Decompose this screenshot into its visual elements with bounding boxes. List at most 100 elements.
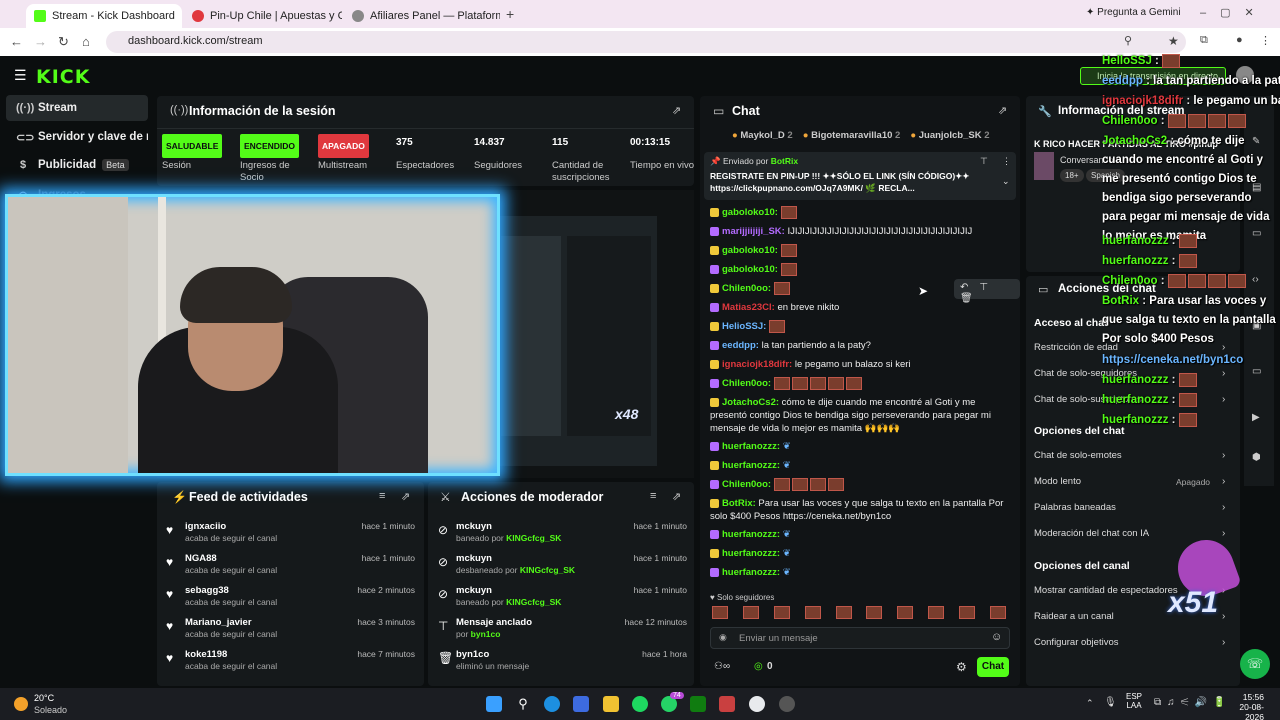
- emote-icon[interactable]: [897, 606, 914, 619]
- popout-icon[interactable]: ⇗: [672, 104, 681, 117]
- xbox-icon[interactable]: [690, 696, 706, 712]
- emote-icon[interactable]: [928, 606, 945, 619]
- chat-username[interactable]: huerfanozzz:: [722, 567, 780, 578]
- message-actions[interactable]: ↶⊤🗑: [954, 279, 1020, 304]
- system-tray-icons[interactable]: ⧉♫⚟🔊🔋: [1154, 697, 1232, 708]
- chevron-right-icon[interactable]: ›: [1222, 637, 1225, 648]
- home-icon[interactable]: ⌂: [82, 34, 90, 49]
- mod-actor[interactable]: KINGcfcg_SK: [506, 597, 561, 607]
- folder-icon[interactable]: [603, 696, 619, 712]
- settings-item[interactable]: Moderación del chat con IA: [1034, 528, 1149, 539]
- settings-item[interactable]: Chat de solo-emotes: [1034, 450, 1122, 461]
- emote-icon[interactable]: [773, 606, 790, 619]
- settings-item[interactable]: Mostrar cantidad de espectadores: [1034, 585, 1178, 596]
- gemini-button[interactable]: ✦ Pregunta a Gemini: [1086, 7, 1181, 18]
- tab-kick-dashboard[interactable]: Stream - Kick Dashboard ✕: [26, 4, 182, 28]
- feed-user[interactable]: NGA88: [185, 553, 217, 564]
- close-tab-icon[interactable]: ✕: [175, 10, 182, 23]
- clock[interactable]: 15:56 20-08-2026: [1224, 692, 1264, 720]
- menu-icon[interactable]: ⋮: [1260, 34, 1271, 47]
- chat-username[interactable]: gaboloko10:: [722, 245, 778, 256]
- feed-user[interactable]: koke1198: [185, 649, 227, 660]
- popout-icon[interactable]: ⇗: [672, 490, 681, 503]
- mod-actor[interactable]: byn1co: [471, 629, 501, 639]
- settings-item[interactable]: Raidear a un canal: [1034, 611, 1114, 622]
- chevron-right-icon[interactable]: ›: [1222, 450, 1225, 461]
- chat-username[interactable]: Matias23Cl:: [722, 302, 775, 313]
- zoom-icon[interactable]: ⚲: [1124, 34, 1132, 47]
- emote-icon[interactable]: [835, 606, 852, 619]
- kick-logo[interactable]: KICK: [36, 66, 90, 88]
- reload-icon[interactable]: ↻: [58, 34, 69, 50]
- chat-username[interactable]: gaboloko10:: [722, 264, 778, 275]
- profile-icon[interactable]: ●: [1236, 34, 1243, 46]
- extensions-icon[interactable]: ⧉: [1200, 34, 1208, 47]
- chat-username[interactable]: HelioSSJ:: [722, 321, 766, 332]
- mod-actor[interactable]: KINGcfcg_SK: [520, 565, 575, 575]
- store-icon[interactable]: [573, 696, 589, 712]
- feed-user[interactable]: sebagg38: [185, 585, 229, 596]
- settings-item[interactable]: Palabras baneadas: [1034, 502, 1116, 513]
- mod-target[interactable]: byn1co: [456, 649, 489, 660]
- obs-icon[interactable]: [779, 696, 795, 712]
- window-controls[interactable]: –▢✕: [1200, 6, 1268, 19]
- url-field[interactable]: dashboard.kick.com/stream: [106, 31, 1186, 53]
- emote-icon[interactable]: [959, 606, 975, 619]
- send-chat-button[interactable]: Chat: [977, 657, 1009, 677]
- support-icon[interactable]: ☏: [1240, 649, 1270, 679]
- star-icon[interactable]: ★: [1168, 34, 1179, 48]
- chat-username[interactable]: gaboloko10:: [722, 207, 778, 218]
- chat-username[interactable]: huerfanozzz:: [722, 529, 780, 540]
- sidebar-item-publicidad[interactable]: $ Publicidad Beta: [6, 152, 148, 178]
- gear-icon[interactable]: ⚙: [956, 660, 967, 674]
- feed-user[interactable]: ignxaciio: [185, 521, 226, 532]
- mod-target[interactable]: mckuyn: [456, 521, 492, 532]
- chat-username[interactable]: JotachoCs2:: [722, 397, 779, 408]
- filter-icon[interactable]: ≡: [379, 490, 385, 502]
- emote-icon[interactable]: [866, 606, 883, 619]
- sidebar-item-stream[interactable]: ((·)) Stream: [6, 95, 148, 121]
- emote-icon[interactable]: [712, 606, 728, 619]
- hamburger-icon[interactable]: ☰: [14, 67, 27, 84]
- chat-username[interactable]: eeddpp:: [722, 340, 759, 351]
- mod-target[interactable]: mckuyn: [456, 553, 492, 564]
- emote-icon[interactable]: [989, 606, 1006, 619]
- back-icon[interactable]: ←: [10, 34, 23, 49]
- tab-afiliares[interactable]: Afiliares Panel — Plataforma de ✕: [344, 4, 500, 28]
- top-gifter[interactable]: ● Maykol_D 2: [732, 130, 793, 141]
- chat-username[interactable]: huerfanozzz:: [722, 441, 780, 452]
- tab-pinup[interactable]: Pin-Up Chile | Apuestas y Casin ✕: [184, 4, 342, 28]
- pin-icon[interactable]: ⊤: [980, 156, 988, 167]
- settings-item[interactable]: Configurar objetivos: [1034, 637, 1119, 648]
- app-icon[interactable]: [719, 696, 735, 712]
- emote-icon[interactable]: [742, 606, 759, 619]
- language-indicator[interactable]: ESP LAA: [1126, 692, 1142, 710]
- chat-username[interactable]: Chilen0oo:: [722, 479, 771, 490]
- settings-item[interactable]: Modo lento: [1034, 476, 1081, 487]
- mod-target[interactable]: mckuyn: [456, 585, 492, 596]
- chat-username[interactable]: marijjiijiji_SK:: [722, 226, 785, 237]
- chevron-right-icon[interactable]: ›: [1222, 476, 1225, 487]
- chevron-down-icon[interactable]: ⌄: [1002, 176, 1010, 187]
- more-icon[interactable]: ⋮: [1002, 156, 1011, 167]
- emote-bar[interactable]: [712, 606, 1008, 622]
- chevron-right-icon[interactable]: ›: [1222, 502, 1225, 513]
- chat-username[interactable]: Chilen0oo:: [722, 378, 771, 389]
- mod-actor[interactable]: KINGcfcg_SK: [506, 533, 561, 543]
- chat-username[interactable]: ignaciojk18difr:: [722, 359, 792, 370]
- chevron-right-icon[interactable]: ›: [1222, 611, 1225, 622]
- edge-icon[interactable]: [544, 696, 560, 712]
- emote-icon[interactable]: [804, 606, 821, 619]
- chat-input[interactable]: ◉ Enviar un mensaje ☺: [710, 627, 1010, 649]
- chat-username[interactable]: BotRix:: [722, 498, 756, 509]
- chat-username[interactable]: huerfanozzz:: [722, 548, 780, 559]
- mic-icon[interactable]: 🎙: [1104, 697, 1117, 708]
- feed-user[interactable]: Mariano_javier: [185, 617, 252, 628]
- sidebar-item-servidor[interactable]: ⊂⊃Servidor y clave de retran: [6, 124, 148, 150]
- chrome-icon[interactable]: [749, 696, 765, 712]
- popout-icon[interactable]: ⇗: [401, 490, 410, 503]
- emoji-icon[interactable]: ☺: [991, 631, 1002, 643]
- mod-target[interactable]: Mensaje anclado: [456, 617, 532, 628]
- chevron-right-icon[interactable]: ›: [1222, 528, 1225, 539]
- search-icon[interactable]: ⚲: [515, 696, 531, 712]
